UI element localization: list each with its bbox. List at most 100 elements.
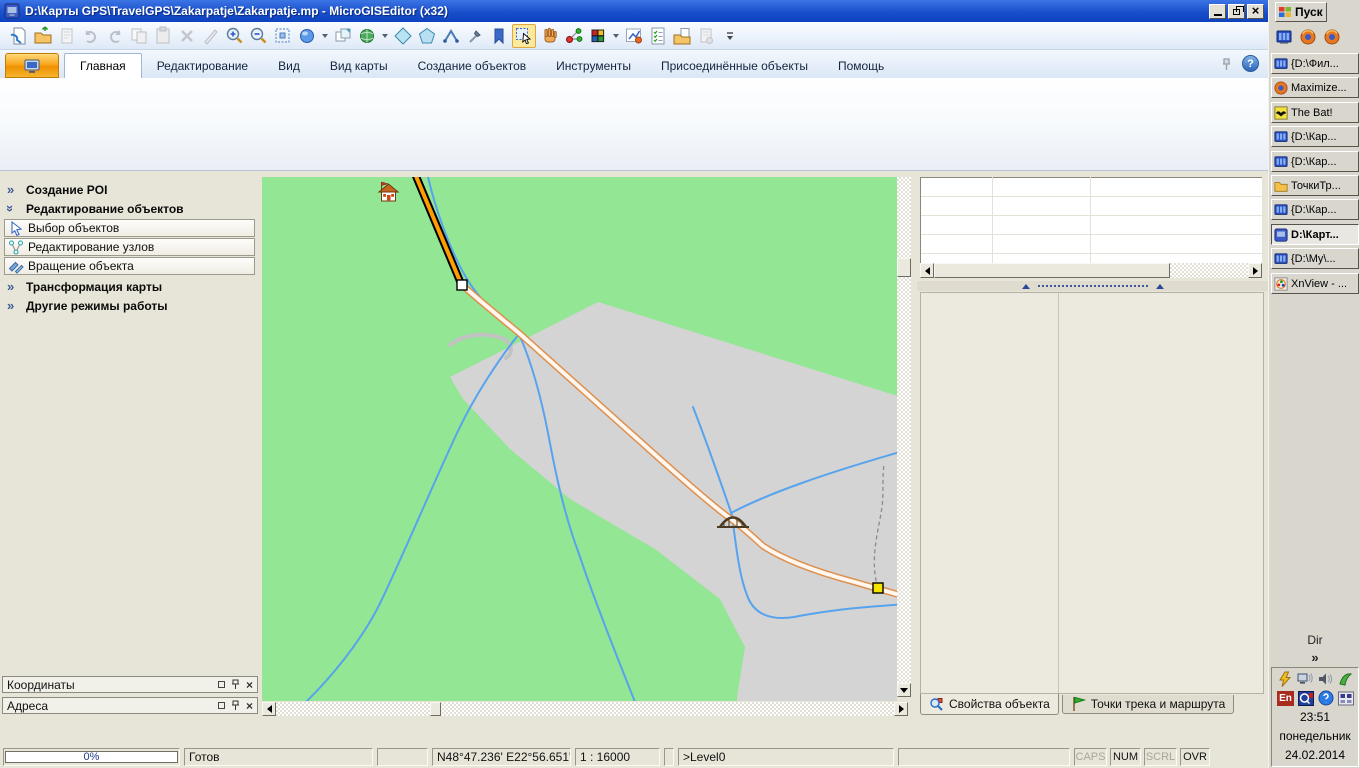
bookmark-tool-button[interactable]: [488, 25, 509, 46]
taskbar-button-1[interactable]: {D:\Фил...: [1271, 53, 1359, 74]
pan-tool-button[interactable]: [539, 25, 560, 46]
float-panel-icon[interactable]: [218, 681, 225, 688]
close-panel-icon[interactable]: [246, 699, 253, 713]
polyline-tool-button[interactable]: [392, 25, 413, 46]
object-properties-pane[interactable]: [920, 292, 1264, 694]
start-button[interactable]: Пуск: [1275, 2, 1327, 22]
import-map-button[interactable]: [8, 25, 29, 46]
file-manager-icon[interactable]: [1338, 691, 1354, 706]
pin-panel-icon[interactable]: [231, 679, 240, 690]
tab-glavnaya[interactable]: Главная: [64, 53, 142, 78]
paste-button[interactable]: [152, 25, 173, 46]
taskbar-button-microgis-active[interactable]: D:\Карт...: [1271, 224, 1359, 245]
taskbar-button-3[interactable]: The Bat!: [1271, 102, 1359, 123]
zoom-out-button[interactable]: [248, 25, 269, 46]
road-end-node[interactable]: [873, 583, 883, 593]
web-map-dropdown[interactable]: [380, 25, 389, 46]
undo-button[interactable]: [80, 25, 101, 46]
pin-tool-button[interactable]: [464, 25, 485, 46]
tab-vid[interactable]: Вид: [263, 55, 315, 78]
taskbar-button-6[interactable]: ТочкиТр...: [1271, 175, 1359, 196]
volume-icon[interactable]: [1317, 671, 1333, 687]
map-horizontal-scrollbar[interactable]: [262, 702, 908, 716]
float-panel-icon[interactable]: [218, 702, 225, 709]
copy-button[interactable]: [128, 25, 149, 46]
polygon-tool-button[interactable]: [416, 25, 437, 46]
firefox-icon[interactable]: [1324, 29, 1340, 45]
deskband-expand-chevron[interactable]: »: [1269, 650, 1360, 665]
tab-object-properties[interactable]: Свойства объекта: [920, 694, 1059, 715]
cube-3d-dropdown[interactable]: [611, 25, 620, 46]
tab-redaktirovanie[interactable]: Редактирование: [142, 55, 263, 78]
close-panel-icon[interactable]: [246, 678, 253, 692]
report-button[interactable]: [695, 25, 716, 46]
taskbar-button-10[interactable]: XnView - ...: [1271, 273, 1359, 294]
deskband-dir-label[interactable]: Dir: [1269, 633, 1360, 647]
road-start-node[interactable]: [457, 280, 467, 290]
taskbar-button-5[interactable]: {D:\Кар...: [1271, 151, 1359, 172]
track-points-table[interactable]: [920, 177, 1262, 263]
scroll-left-button[interactable]: [262, 702, 276, 716]
web-map-button[interactable]: [356, 25, 377, 46]
scroll-right-button[interactable]: [894, 702, 908, 716]
switcher-icon[interactable]: [1298, 691, 1314, 706]
sphere-view-button[interactable]: [296, 25, 317, 46]
zoom-extent-button[interactable]: [272, 25, 293, 46]
zoom-in-button[interactable]: [224, 25, 245, 46]
sidebar-item-edit-nodes[interactable]: Редактирование узлов: [4, 238, 255, 256]
coordinates-panel-bar[interactable]: Координаты: [2, 676, 258, 693]
tab-prisoedinennye-obekty[interactable]: Присоединённые объекты: [646, 55, 823, 78]
chart-button[interactable]: [623, 25, 644, 46]
antivirus-icon[interactable]: [1337, 671, 1353, 687]
horizontal-scroll-thumb[interactable]: [430, 702, 441, 716]
close-button[interactable]: [1247, 4, 1264, 19]
draw-button[interactable]: [200, 25, 221, 46]
sphere-view-dropdown[interactable]: [320, 25, 329, 46]
select-tool-button[interactable]: [512, 24, 536, 48]
tab-sozdanie-obektov[interactable]: Создание объектов: [403, 55, 542, 78]
map-editor-icon[interactable]: [1276, 29, 1292, 45]
open-folder-button[interactable]: [32, 25, 53, 46]
sidebar-item-select-objects[interactable]: Выбор объектов: [4, 219, 255, 237]
window-titlebar[interactable]: D:\Карты GPS\TravelGPS\Zakarpatje\Zakarp…: [0, 0, 1268, 22]
language-indicator[interactable]: En: [1277, 691, 1294, 706]
scroll-right-button[interactable]: [1248, 263, 1262, 278]
angle-tool-button[interactable]: [440, 25, 461, 46]
restore-button[interactable]: [1228, 4, 1245, 19]
sidebar-section-edit-objects[interactable]: Редактирование объектов: [0, 199, 258, 218]
sidebar-item-rotate-object[interactable]: Вращение объекта: [4, 257, 255, 275]
firefox-icon[interactable]: [1300, 29, 1316, 45]
scroll-left-button[interactable]: [920, 263, 934, 278]
map-canvas[interactable]: [262, 177, 897, 701]
taskbar-button-4[interactable]: {D:\Кар...: [1271, 126, 1359, 147]
network-monitor-icon[interactable]: [1297, 671, 1313, 687]
power-lightning-icon[interactable]: [1277, 671, 1293, 687]
table-scroll-thumb[interactable]: [934, 263, 1170, 278]
nodes-tool-button[interactable]: [563, 25, 584, 46]
save-button[interactable]: [56, 25, 77, 46]
delete-button[interactable]: [176, 25, 197, 46]
help-button[interactable]: [1242, 55, 1259, 72]
tab-vid-karty[interactable]: Вид карты: [315, 55, 403, 78]
tab-pomosch[interactable]: Помощь: [823, 55, 899, 78]
pin-panel-icon[interactable]: [231, 700, 240, 711]
application-menu-button[interactable]: [5, 53, 59, 78]
taskbar-button-9[interactable]: {D:\My\...: [1271, 248, 1359, 269]
checklist-button[interactable]: [647, 25, 668, 46]
tab-track-route-points[interactable]: Точки трека и маршрута: [1062, 695, 1235, 714]
toolbar-overflow-button[interactable]: [719, 25, 740, 46]
layers-button[interactable]: [332, 25, 353, 46]
map-vertical-scrollbar[interactable]: [897, 177, 911, 697]
addresses-panel-bar[interactable]: Адреса: [2, 697, 258, 714]
cube-3d-button[interactable]: [587, 25, 608, 46]
panel-splitter[interactable]: [917, 281, 1268, 291]
taskbar-button-7[interactable]: {D:\Кар...: [1271, 199, 1359, 220]
scroll-down-button[interactable]: [897, 683, 911, 697]
update-shield-icon[interactable]: [1318, 690, 1334, 706]
sidebar-section-map-transform[interactable]: Трансформация карты: [0, 277, 258, 296]
tab-instrumenty[interactable]: Инструменты: [541, 55, 646, 78]
ribbon-pin-button[interactable]: [1219, 57, 1234, 75]
sidebar-section-other-modes[interactable]: Другие режимы работы: [0, 296, 258, 315]
attach-objects-button[interactable]: [671, 25, 692, 46]
vertical-scroll-thumb[interactable]: [897, 258, 911, 277]
